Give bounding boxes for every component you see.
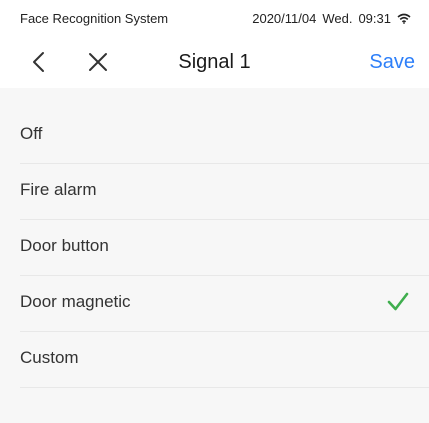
- status-time: 09:31: [358, 11, 391, 26]
- option-label: Door button: [20, 236, 109, 255]
- option-off[interactable]: Off: [20, 108, 429, 164]
- option-label: Custom: [20, 348, 79, 367]
- option-fire-alarm[interactable]: Fire alarm: [20, 164, 429, 220]
- close-icon[interactable]: [86, 49, 110, 75]
- signal-option-list: Off Fire alarm Door button Door magnetic…: [0, 108, 429, 388]
- status-date: 2020/11/04: [252, 11, 317, 26]
- option-custom[interactable]: Custom: [20, 332, 429, 388]
- option-door-button[interactable]: Door button: [20, 220, 429, 276]
- nav-bar: Signal 1 Save: [0, 38, 429, 88]
- option-label: Off: [20, 124, 43, 143]
- save-button[interactable]: Save: [369, 51, 415, 74]
- wifi-icon: [397, 13, 411, 24]
- checkmark-icon: [387, 292, 409, 311]
- option-label: Fire alarm: [20, 180, 97, 199]
- status-bar: Face Recognition System 2020/11/04 Wed. …: [0, 0, 429, 38]
- option-door-magnetic[interactable]: Door magnetic: [20, 276, 429, 332]
- status-datetime: 2020/11/04 Wed. 09:31: [252, 11, 411, 26]
- option-label: Door magnetic: [20, 292, 131, 311]
- status-app-name: Face Recognition System: [20, 11, 169, 26]
- chevron-left-icon[interactable]: [28, 49, 50, 75]
- page-title: Signal 1: [178, 51, 251, 73]
- signal-settings-screen: Face Recognition System 2020/11/04 Wed. …: [0, 0, 429, 423]
- status-weekday: Wed.: [322, 11, 353, 26]
